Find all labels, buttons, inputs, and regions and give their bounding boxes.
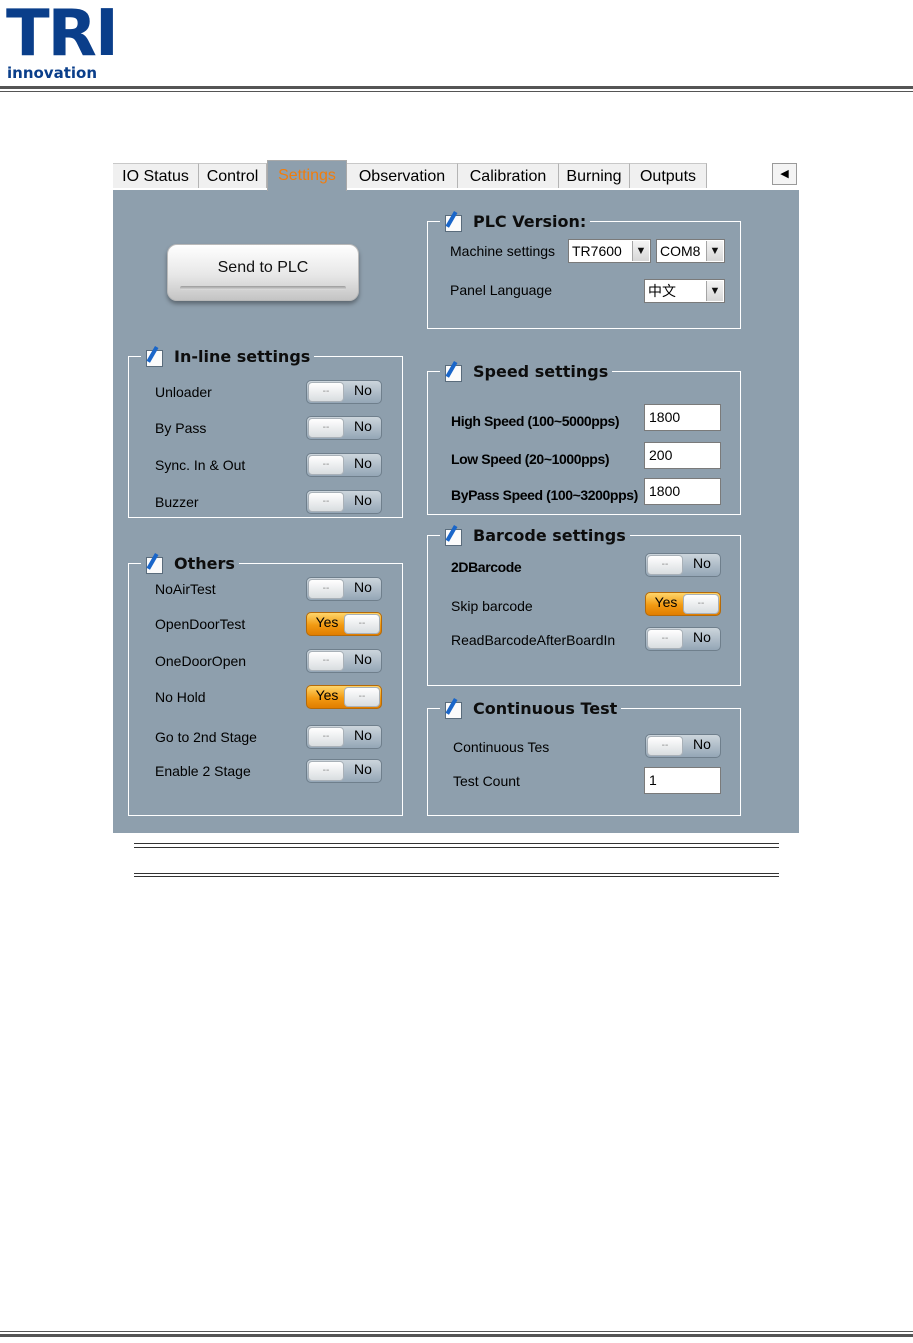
footer-rule-thin	[0, 1331, 913, 1332]
caption-rule-top-2	[134, 847, 779, 848]
speed-settings-title-text: Speed settings	[473, 361, 609, 381]
inline-settings-group: In-line settings Unloader -- No By Pass -…	[128, 344, 403, 518]
tab-outputs[interactable]: Outputs	[630, 163, 707, 188]
skip-barcode-toggle[interactable]: -- Yes	[645, 592, 721, 616]
bypass-speed-input[interactable]: 1800	[644, 478, 721, 505]
noairtest-label: NoAirTest	[155, 581, 216, 597]
opendoortest-toggle[interactable]: -- Yes	[306, 612, 382, 636]
continuous-test-group: Continuous Test Continuous Tes -- No Test…	[427, 696, 741, 816]
settings-window: IO Status Control Settings Observation C…	[113, 160, 799, 833]
chevron-left-icon: ◀	[780, 168, 789, 180]
continuous-test-label: Continuous Tes	[453, 739, 550, 755]
test-count-input[interactable]: 1	[644, 767, 721, 794]
header-rule-thick	[0, 86, 913, 89]
com-port-select[interactable]: COM8 ▼	[656, 239, 725, 263]
go-to-2nd-stage-toggle[interactable]: -- No	[306, 725, 382, 749]
plc-version-title: PLC Version:	[440, 209, 591, 233]
settings-panel: Send to PLC PLC Version: Machine setting…	[113, 190, 799, 833]
nohold-label: No Hold	[155, 689, 206, 705]
high-speed-input[interactable]: 1800	[644, 404, 721, 431]
bypass-toggle[interactable]: -- No	[306, 416, 382, 440]
inline-settings-title: In-line settings	[141, 344, 315, 368]
high-speed-label: High Speed (100~5000pps)	[451, 413, 620, 429]
tab-io-status[interactable]: IO Status	[113, 163, 199, 188]
caption-rule-top	[134, 843, 779, 844]
onedooropen-toggle[interactable]: -- No	[306, 649, 382, 673]
footer-rule-thick	[0, 1334, 913, 1337]
others-title-text: Others	[174, 553, 235, 573]
barcode-settings-title: Barcode settings	[440, 523, 630, 547]
sync-in-out-toggle[interactable]: -- No	[306, 453, 382, 477]
barcode-settings-group: Barcode settings 2DBarcode -- No Skip bar…	[427, 523, 741, 686]
tri-innovation-logo: TRI innovation	[6, 0, 119, 82]
test-count-label: Test Count	[453, 773, 520, 789]
machine-model-select[interactable]: TR7600 ▼	[568, 239, 651, 263]
nohold-toggle[interactable]: -- Yes	[306, 685, 382, 709]
send-to-plc-button[interactable]: Send to PLC	[167, 244, 359, 301]
buzzer-label: Buzzer	[155, 494, 199, 510]
low-speed-input[interactable]: 200	[644, 442, 721, 469]
panel-language-value: 中文	[648, 283, 676, 299]
button-groove	[180, 286, 346, 290]
opendoortest-label: OpenDoorTest	[155, 616, 246, 632]
unloader-label: Unloader	[155, 384, 212, 400]
chevron-down-icon: ▼	[706, 281, 723, 301]
machine-settings-label: Machine settings	[450, 243, 556, 259]
skip-barcode-label: Skip barcode	[451, 598, 533, 614]
read-barcode-after-board-in-label: ReadBarcodeAfterBoardIn	[451, 632, 616, 648]
onedooropen-label: OneDoorOpen	[155, 653, 247, 669]
tab-observation[interactable]: Observation	[347, 163, 458, 188]
plc-version-title-text: PLC Version:	[473, 211, 587, 231]
logo-letters: TRI	[6, 0, 119, 71]
speed-settings-group: Speed settings High Speed (100~5000pps) …	[427, 359, 741, 515]
continuous-test-toggle[interactable]: -- No	[645, 734, 721, 758]
edit-pencil-icon	[145, 346, 167, 367]
machine-model-value: TR7600	[572, 243, 622, 259]
chevron-down-icon: ▼	[632, 241, 649, 261]
bypass-label: By Pass	[155, 420, 207, 436]
sync-in-out-label: Sync. In & Out	[155, 457, 246, 473]
tab-scroll-left-button[interactable]: ◀	[772, 163, 797, 185]
edit-pencil-icon	[145, 553, 167, 574]
chevron-down-icon: ▼	[706, 241, 723, 261]
caption-rule-bottom	[134, 873, 779, 874]
panel-language-label: Panel Language	[450, 282, 552, 298]
plc-version-group: PLC Version: Machine settings TR7600 ▼ C…	[427, 209, 741, 329]
enable-2-stage-label: Enable 2 Stage	[155, 763, 251, 779]
read-barcode-after-board-in-toggle[interactable]: -- No	[645, 627, 721, 651]
tab-control[interactable]: Control	[199, 163, 267, 188]
edit-pencil-icon	[444, 525, 466, 546]
inline-settings-title-text: In-line settings	[174, 346, 311, 366]
go-to-2nd-stage-label: Go to 2nd Stage	[155, 729, 257, 745]
low-speed-label: Low Speed (20~1000pps)	[451, 451, 610, 467]
2dbarcode-toggle[interactable]: -- No	[645, 553, 721, 577]
continuous-test-title: Continuous Test	[440, 696, 622, 720]
com-port-value: COM8	[660, 243, 701, 259]
continuous-test-title-text: Continuous Test	[473, 698, 618, 718]
tab-calibration[interactable]: Calibration	[458, 163, 559, 188]
others-title: Others	[141, 551, 239, 575]
tab-settings[interactable]: Settings	[267, 160, 347, 191]
panel-language-select[interactable]: 中文 ▼	[644, 279, 725, 303]
unloader-toggle[interactable]: -- No	[306, 380, 382, 404]
2dbarcode-label: 2DBarcode	[451, 559, 522, 575]
speed-settings-title: Speed settings	[440, 359, 613, 383]
header-rule-thin	[0, 91, 913, 92]
edit-pencil-icon	[444, 361, 466, 382]
buzzer-toggle[interactable]: -- No	[306, 490, 382, 514]
tab-burning[interactable]: Burning	[559, 163, 630, 188]
bypass-speed-label: ByPass Speed (100~3200pps)	[451, 487, 638, 503]
enable-2-stage-toggle[interactable]: -- No	[306, 759, 382, 783]
logo-subtitle: innovation	[7, 64, 97, 82]
barcode-settings-title-text: Barcode settings	[473, 525, 626, 545]
edit-pencil-icon	[444, 211, 466, 232]
edit-pencil-icon	[444, 698, 466, 719]
tab-strip: IO Status Control Settings Observation C…	[113, 160, 799, 191]
noairtest-toggle[interactable]: -- No	[306, 577, 382, 601]
others-group: Others NoAirTest -- No OpenDoorTest -- Yes…	[128, 551, 403, 816]
caption-rule-bottom-2	[134, 876, 779, 877]
send-to-plc-label: Send to PLC	[217, 259, 309, 276]
